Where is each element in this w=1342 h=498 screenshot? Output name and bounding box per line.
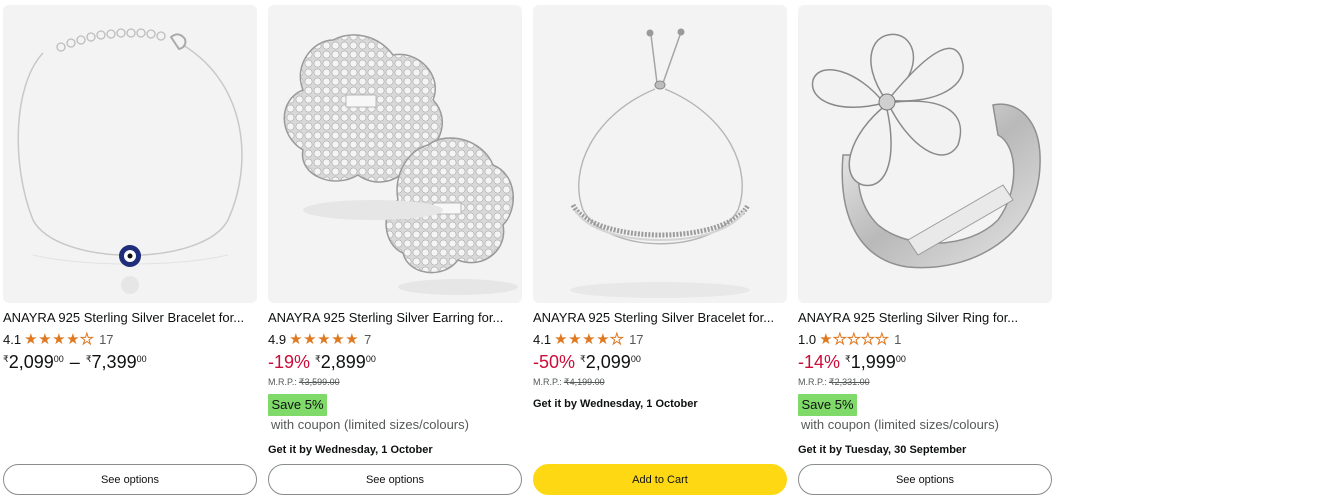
delivery-date: Get it by Tuesday, 30 September — [798, 444, 967, 456]
discount-percent: -19% — [268, 352, 311, 372]
star-rating-icon: ★ ★ ★ ★ ★ — [24, 330, 94, 348]
product-card: ANAYRA 925 Sterling Silver Bracelet for.… — [533, 5, 787, 495]
rating-count[interactable]: 17 — [99, 332, 113, 347]
product-title[interactable]: ANAYRA 925 Sterling Silver Ring for... — [798, 310, 1052, 326]
rating-row[interactable]: 4.9 ★ ★ ★ ★ ★ 7 — [268, 331, 371, 347]
price: -19% ₹ 2,899 00 — [268, 352, 376, 372]
rating-row[interactable]: 4.1 ★ ★ ★ ★ ★ 17 — [3, 331, 114, 347]
delivery-date: Get it by Wednesday, 1 October — [533, 398, 698, 410]
star-rating-icon: ★ ★ ★ ★ ★ — [819, 330, 889, 348]
coupon-text: with coupon (limited sizes/colours) — [801, 417, 999, 432]
product-image[interactable] — [798, 5, 1052, 303]
product-image[interactable] — [268, 5, 522, 303]
product-card: ANAYRA 925 Sterling Silver Ring for... 1… — [798, 5, 1052, 495]
rating-row[interactable]: 1.0 ★ ★ ★ ★ ★ 1 — [798, 331, 901, 347]
star-rating-icon: ★ ★ ★ ★ ★ — [289, 330, 359, 348]
product-card: ANAYRA 925 Sterling Silver Bracelet for.… — [3, 5, 257, 495]
flower-ring-icon — [811, 33, 1041, 269]
product-title[interactable]: ANAYRA 925 Sterling Silver Bracelet for.… — [3, 310, 257, 326]
product-title[interactable]: ANAYRA 925 Sterling Silver Bracelet for.… — [533, 310, 787, 326]
rating-value: 4.1 — [533, 331, 552, 347]
product-title[interactable]: ANAYRA 925 Sterling Silver Earring for..… — [268, 310, 522, 326]
product-image[interactable] — [533, 5, 787, 303]
delivery-date: Get it by Wednesday, 1 October — [268, 444, 433, 456]
discount-percent: -50% — [533, 352, 576, 372]
see-options-button[interactable]: See options — [268, 464, 522, 495]
rating-value: 4.9 — [268, 331, 287, 347]
product-card: ANAYRA 925 Sterling Silver Earring for..… — [268, 5, 522, 495]
price: -14% ₹ 1,999 00 — [798, 352, 906, 372]
coupon-badge: Save 5% — [268, 394, 327, 416]
see-options-button[interactable]: See options — [798, 464, 1052, 495]
discount-percent: -14% — [798, 352, 841, 372]
stud-earrings-icon — [283, 34, 518, 295]
price: -50% ₹ 2,099 00 — [533, 352, 641, 372]
product-image[interactable] — [3, 5, 257, 303]
rating-count[interactable]: 1 — [894, 332, 901, 347]
see-options-button[interactable]: See options — [3, 464, 257, 495]
mrp: M.R.P.: ₹4,199.00 — [533, 377, 605, 387]
mrp: M.R.P.: ₹2,331.00 — [798, 377, 870, 387]
evil-eye-bracelet-icon — [17, 28, 243, 294]
rating-count[interactable]: 17 — [629, 332, 643, 347]
rating-count[interactable]: 7 — [364, 332, 371, 347]
star-rating-icon: ★ ★ ★ ★ ★ — [554, 330, 624, 348]
coupon-badge: Save 5% — [798, 394, 857, 416]
add-to-cart-button[interactable]: Add to Cart — [533, 464, 787, 495]
rating-value: 1.0 — [798, 331, 817, 347]
mrp: M.R.P.: ₹3,599.00 — [268, 377, 340, 387]
bolo-bracelet-icon — [570, 28, 751, 298]
rating-row[interactable]: 4.1 ★ ★ ★ ★ ★ 17 — [533, 331, 644, 347]
rating-value: 4.1 — [3, 331, 22, 347]
price: ₹ 2,099 00 – ₹ 7,399 00 — [3, 352, 147, 372]
coupon-text: with coupon (limited sizes/colours) — [271, 417, 469, 432]
